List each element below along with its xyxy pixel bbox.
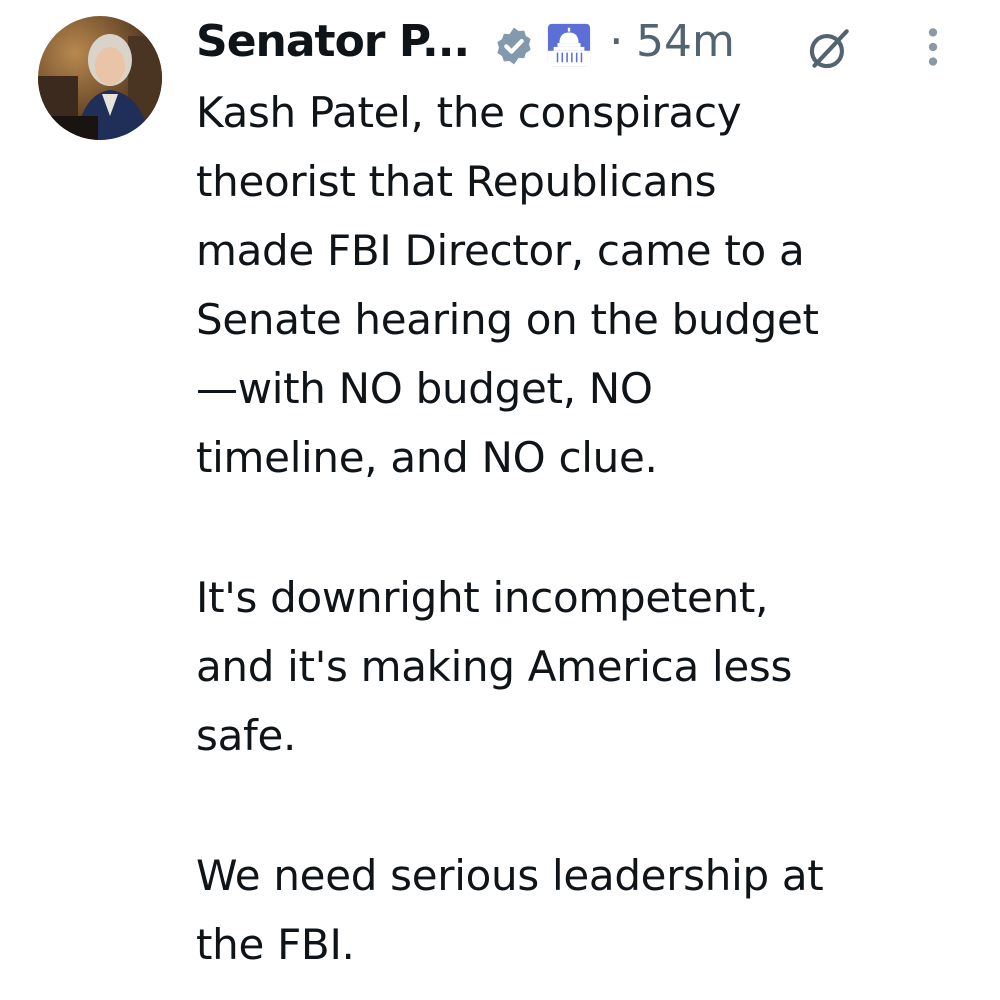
avatar[interactable] bbox=[38, 16, 162, 140]
separator-dot: · bbox=[609, 14, 624, 68]
post-paragraph: It's downright incompetent, and it's mak… bbox=[196, 573, 793, 760]
grok-icon[interactable] bbox=[804, 24, 854, 74]
more-vertical-icon[interactable] bbox=[918, 22, 948, 72]
post-paragraph: Kash Patel, the conspiracy theorist that… bbox=[196, 88, 819, 482]
author-display-name[interactable]: Senator P... bbox=[196, 16, 470, 67]
timestamp[interactable]: 54m bbox=[636, 16, 735, 67]
post-paragraph: We need serious leadership at the FBI. bbox=[196, 851, 824, 969]
avatar-photo bbox=[38, 16, 162, 140]
post-header: Senator P... · 54m bbox=[196, 10, 986, 70]
verified-badge-icon bbox=[497, 27, 531, 65]
capitol-building-icon[interactable] bbox=[546, 22, 592, 68]
post-text: Kash Patel, the conspiracy theorist that… bbox=[196, 78, 986, 979]
